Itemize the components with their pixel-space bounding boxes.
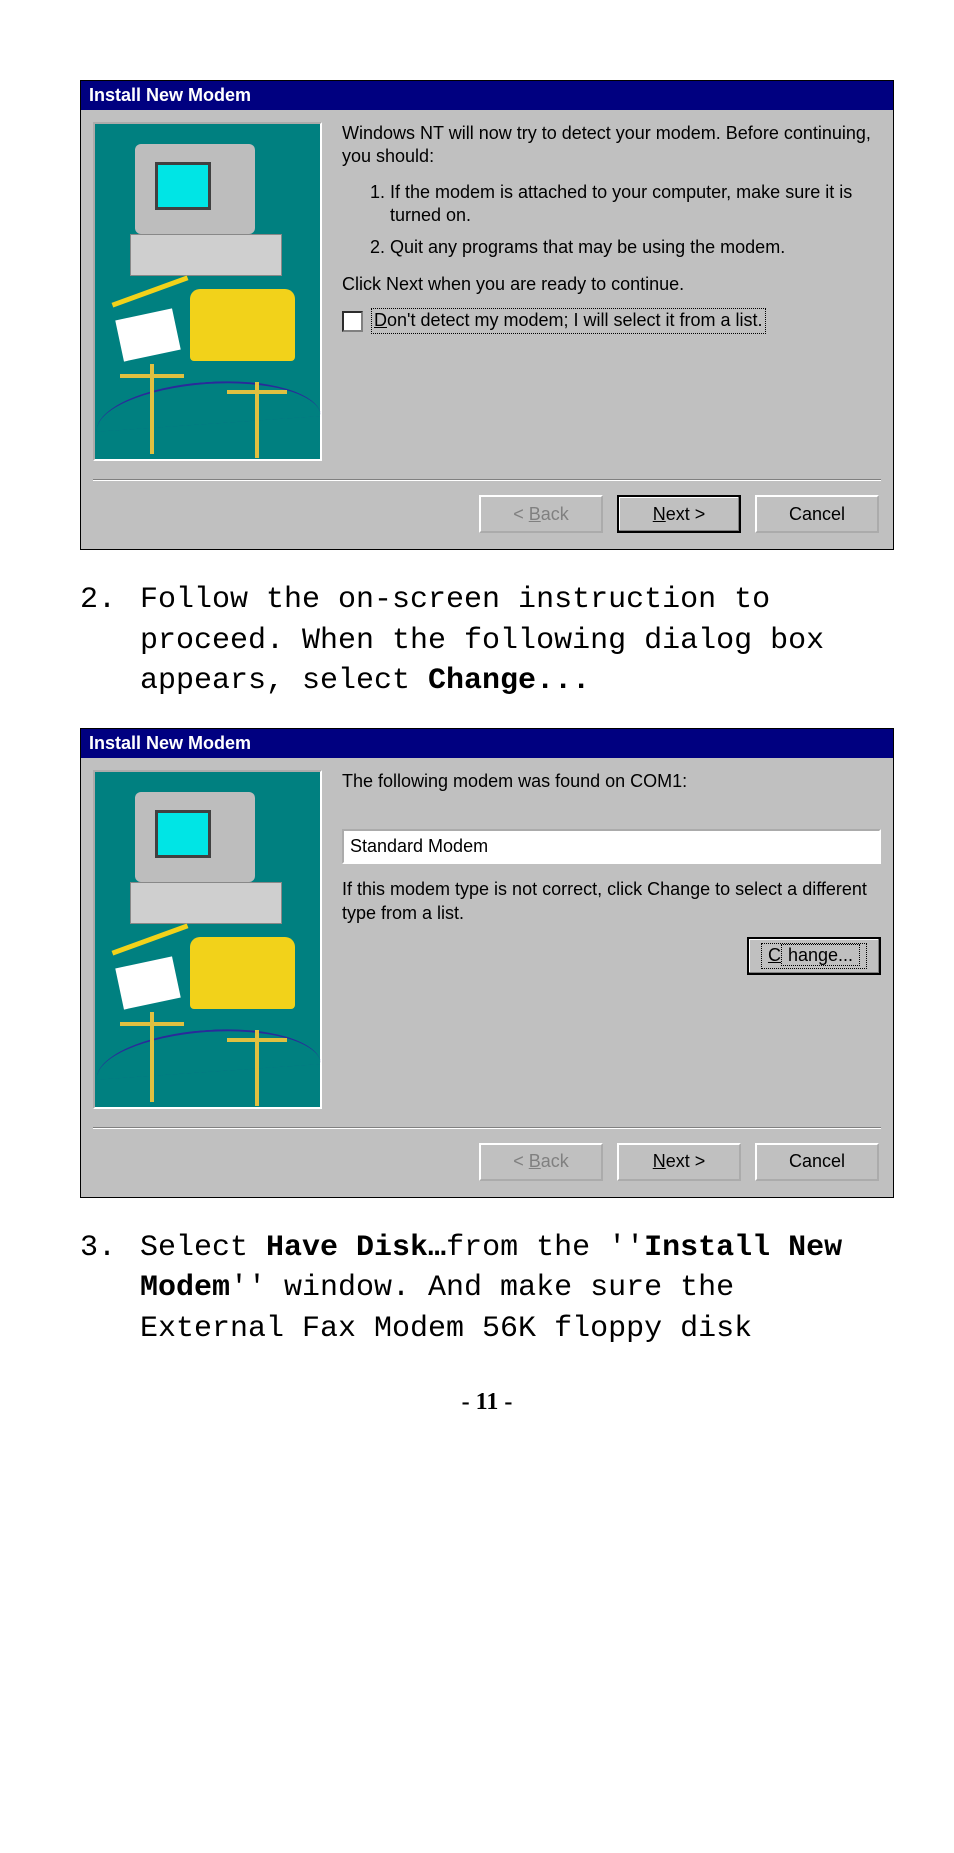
- step-number: 3.: [80, 1228, 140, 1350]
- back-button: < Back: [479, 495, 603, 533]
- instruction-item-2: Quit any programs that may be using the …: [390, 236, 881, 259]
- dialog-intro-text: Windows NT will now try to detect your m…: [342, 122, 881, 169]
- step-text: Select Have Disk…from the ''Install New …: [140, 1228, 894, 1350]
- step-text: Follow the on-screen instruction to proc…: [140, 580, 894, 702]
- next-button[interactable]: Next >: [617, 1143, 741, 1181]
- next-button[interactable]: Next >: [617, 495, 741, 533]
- step-2: 2. Follow the on-screen instruction to p…: [80, 580, 894, 702]
- dialog-title: Install New Modem: [81, 81, 893, 110]
- dont-detect-label[interactable]: Don't detect my modem; I will select it …: [371, 308, 766, 333]
- step-3: 3. Select Have Disk…from the ''Install N…: [80, 1228, 894, 1350]
- page-number: - 11 -: [80, 1389, 894, 1416]
- wizard-illustration: [93, 770, 322, 1109]
- cancel-button[interactable]: Cancel: [755, 1143, 879, 1181]
- wizard-illustration: [93, 122, 322, 461]
- step-number: 2.: [80, 580, 140, 702]
- cancel-button[interactable]: Cancel: [755, 495, 879, 533]
- back-button: < Back: [479, 1143, 603, 1181]
- instruction-item-1: If the modem is attached to your compute…: [390, 181, 881, 228]
- dialog-install-new-modem-found: Install New Modem The following modem wa…: [80, 728, 894, 1198]
- detected-modem-field: Standard Modem: [342, 829, 881, 864]
- dialog-install-new-modem-detect: Install New Modem Windows NT will now tr…: [80, 80, 894, 550]
- dialog-ready-text: Click Next when you are ready to continu…: [342, 273, 881, 296]
- modem-hint-text: If this modem type is not correct, click…: [342, 878, 881, 925]
- dialog-title: Install New Modem: [81, 729, 893, 758]
- modem-found-text: The following modem was found on COM1:: [342, 770, 881, 793]
- change-button[interactable]: Change...: [747, 937, 881, 975]
- dont-detect-checkbox[interactable]: [342, 311, 363, 332]
